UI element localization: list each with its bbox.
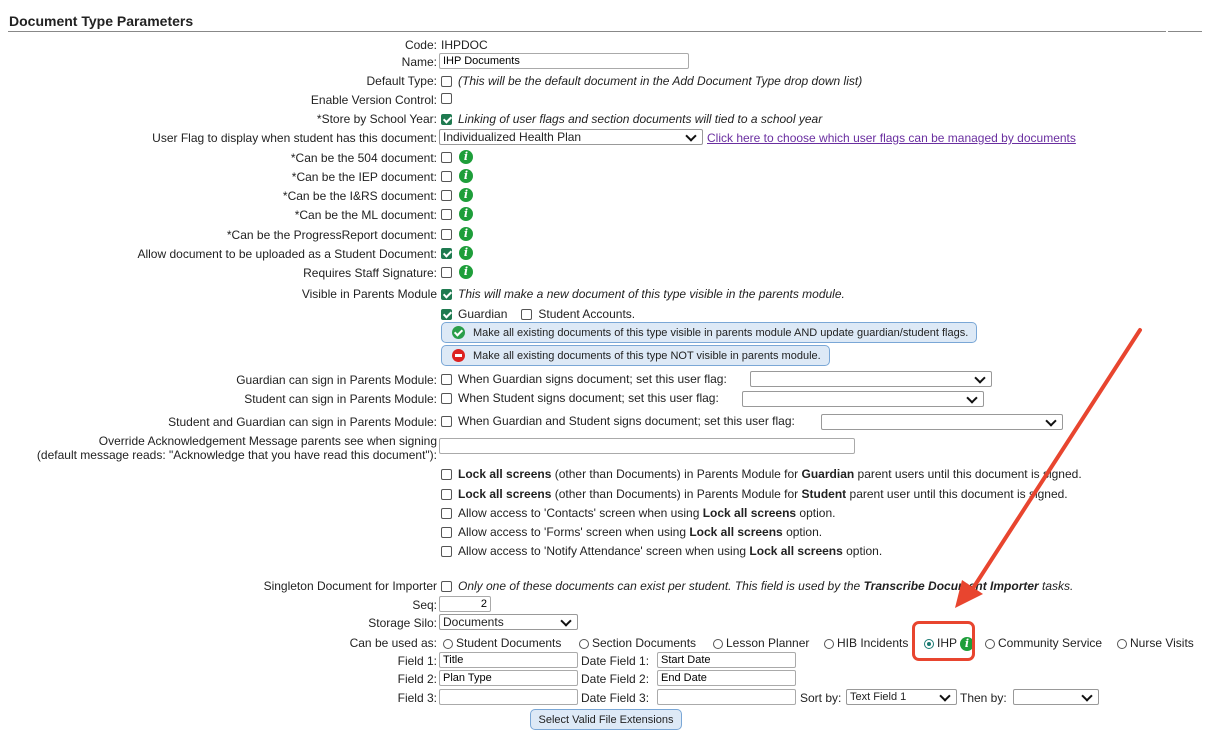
annotation-arrow: [955, 328, 1142, 608]
